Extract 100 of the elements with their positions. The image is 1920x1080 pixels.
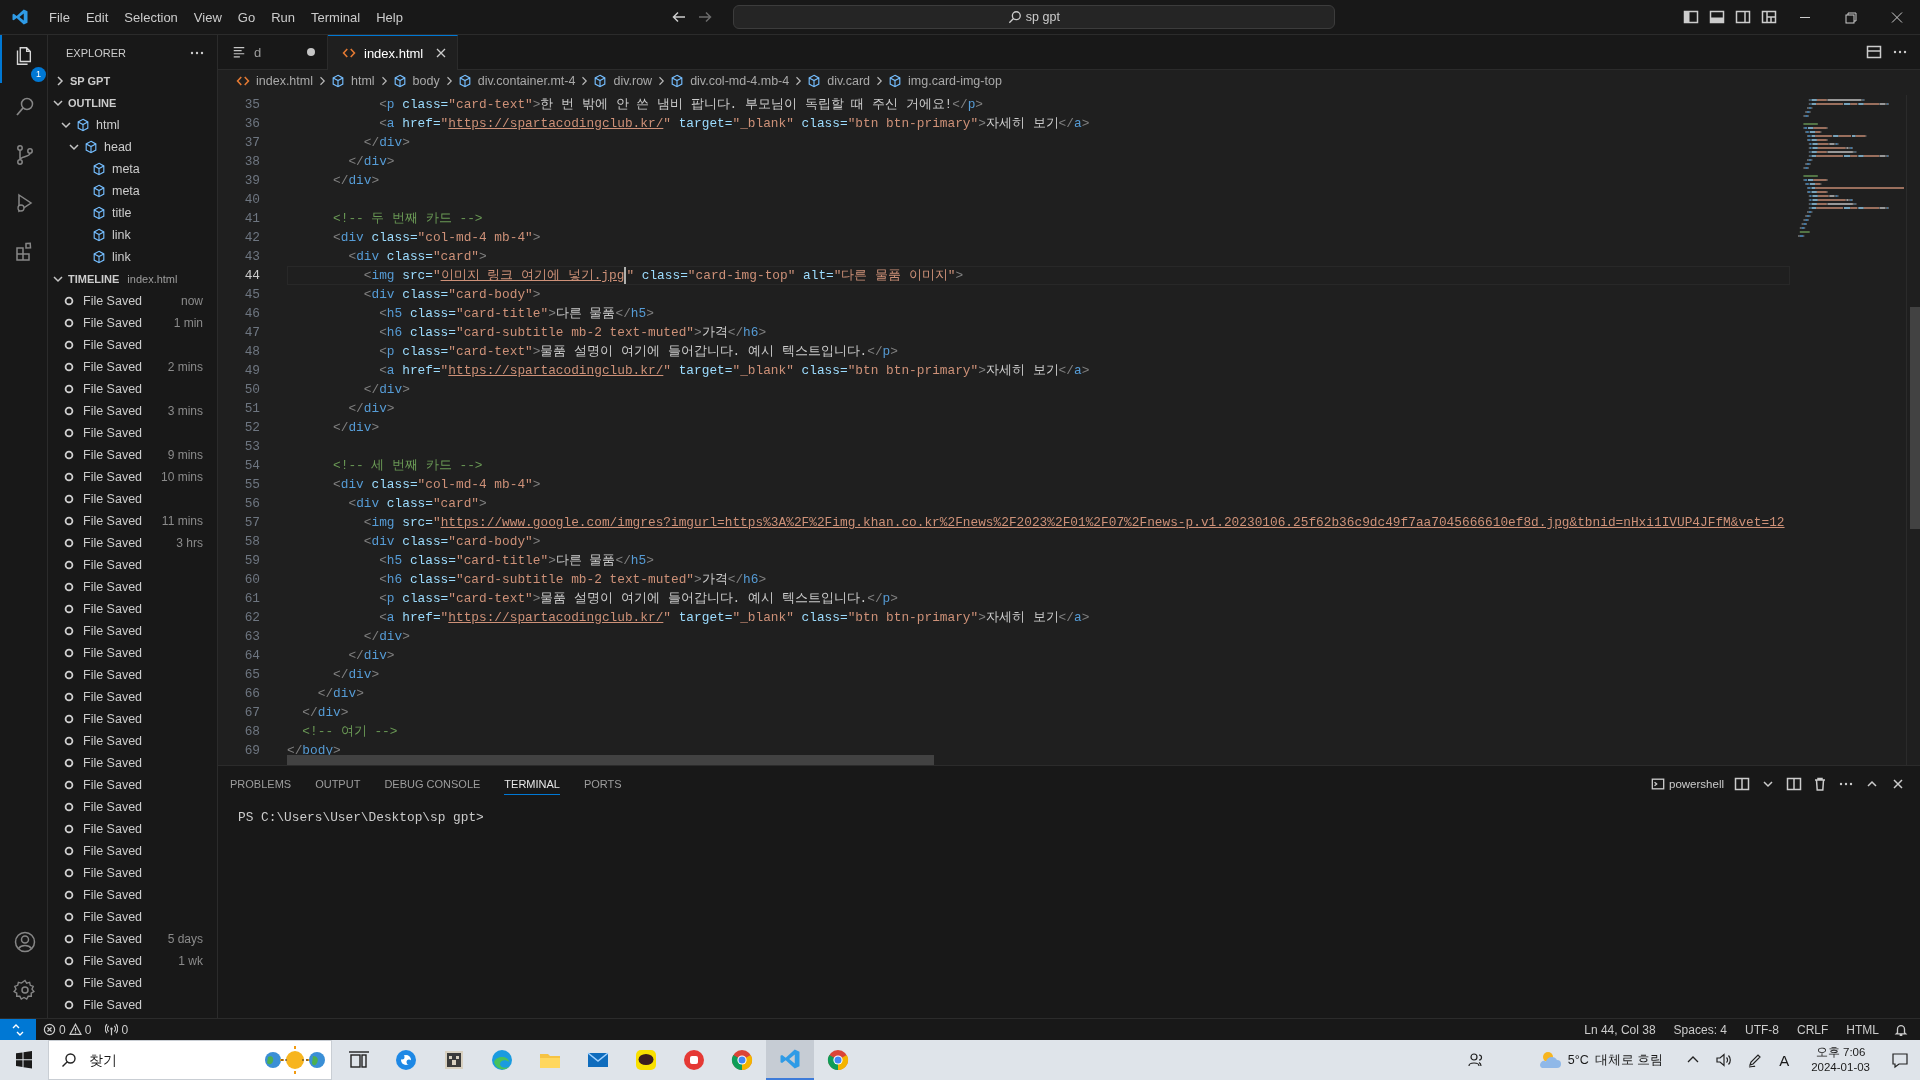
problems-status[interactable]: 0 0 xyxy=(36,1022,99,1037)
panel-tab[interactable]: OUTPUT xyxy=(315,772,361,795)
terminal-selector[interactable]: powershell xyxy=(1651,776,1724,791)
timeline-item[interactable]: File Saved xyxy=(83,646,143,660)
status-item[interactable]: HTML xyxy=(1837,1022,1888,1037)
timeline-item[interactable]: File Saved xyxy=(83,338,143,352)
scrollbar-thumb[interactable] xyxy=(1910,307,1920,529)
menu-item[interactable]: Edit xyxy=(77,6,117,28)
scrollbar-thumb[interactable] xyxy=(287,755,934,765)
line-number: 43 xyxy=(243,248,260,266)
timeline-item[interactable]: File Saved xyxy=(83,448,143,462)
outline-item[interactable]: title xyxy=(112,206,132,220)
status-item[interactable]: Spaces: 4 xyxy=(1664,1022,1736,1037)
back-arrow-icon[interactable] xyxy=(670,9,687,25)
timeline-item[interactable]: File Saved xyxy=(83,712,143,726)
split-editor-icon[interactable] xyxy=(1866,44,1882,60)
timeline-item[interactable]: File Saved xyxy=(83,932,143,946)
notification-icon[interactable] xyxy=(1890,1050,1910,1070)
timeline-item[interactable]: File Saved xyxy=(83,316,143,330)
menu-item[interactable]: Go xyxy=(229,6,264,28)
section-header[interactable]: TIMELINE xyxy=(68,273,120,285)
outline-item[interactable]: head xyxy=(104,140,132,154)
timeline-item[interactable]: File Saved xyxy=(83,778,143,792)
ports-status[interactable]: 0 xyxy=(98,1022,136,1037)
new-terminal-icon[interactable] xyxy=(1734,775,1750,792)
menu-item[interactable]: Help xyxy=(368,6,411,28)
timeline-item[interactable]: File Saved xyxy=(83,536,143,550)
breadcrumb[interactable]: div.card xyxy=(807,74,871,88)
timeline-item[interactable]: File Saved xyxy=(83,998,143,1012)
menu-item[interactable]: Run xyxy=(263,6,303,28)
menu-item[interactable]: View xyxy=(185,6,230,28)
timeline-item[interactable]: File Saved xyxy=(83,294,143,308)
section-header[interactable]: OUTLINE xyxy=(68,97,117,109)
timeline-item[interactable]: File Saved xyxy=(83,558,143,572)
panel-tab[interactable]: PROBLEMS xyxy=(230,772,292,795)
timeline-item[interactable]: File Saved xyxy=(83,470,143,484)
outline-item[interactable]: link xyxy=(112,228,131,242)
timeline-item[interactable]: File Saved xyxy=(83,404,143,418)
outline-item[interactable]: link xyxy=(112,250,131,264)
breadcrumb[interactable]: div.row xyxy=(593,74,653,88)
outline-item[interactable]: meta xyxy=(112,184,140,198)
timeline-item[interactable]: File Saved xyxy=(83,360,143,374)
timeline-item[interactable]: File Saved xyxy=(83,734,143,748)
account-icon[interactable] xyxy=(12,930,37,954)
timeline-item[interactable]: File Saved xyxy=(83,602,143,616)
timeline-item[interactable]: File Saved xyxy=(83,382,143,396)
timeline-item[interactable]: File Saved xyxy=(83,822,143,836)
remote-icon[interactable] xyxy=(0,1018,36,1041)
layout-icon[interactable] xyxy=(1761,9,1777,25)
breadcrumb[interactable]: img.card-img-top xyxy=(888,74,1002,88)
timeline-item[interactable]: File Saved xyxy=(83,976,143,990)
status-item[interactable]: Ln 44, Col 38 xyxy=(1575,1022,1665,1037)
timeline-item[interactable]: File Saved xyxy=(83,888,143,902)
timeline-item[interactable]: File Saved xyxy=(83,756,143,770)
timeline-item[interactable]: File Saved xyxy=(83,514,143,528)
timeline-item[interactable]: File Saved xyxy=(83,910,143,924)
weather-widget[interactable]: 5°C 대체로 흐림 xyxy=(1537,1050,1664,1070)
toggle-sidebar-icon[interactable] xyxy=(1683,9,1699,25)
outline-item[interactable]: html xyxy=(96,118,120,132)
split-terminal-icon[interactable] xyxy=(1786,775,1802,792)
timeline-item[interactable]: File Saved xyxy=(83,690,143,704)
timeline-item[interactable]: File Saved xyxy=(83,668,143,682)
timeline-item[interactable]: File Saved xyxy=(83,800,143,814)
status-item[interactable]: CRLF xyxy=(1788,1022,1838,1037)
menu-item[interactable]: Selection xyxy=(116,6,186,28)
breadcrumb[interactable]: html xyxy=(331,74,375,88)
toggle-secondary-sidebar-icon[interactable] xyxy=(1735,9,1751,25)
menu-item[interactable]: Terminal xyxy=(303,6,369,28)
timeline-item[interactable]: File Saved xyxy=(83,954,143,968)
status-item[interactable]: UTF-8 xyxy=(1736,1022,1788,1037)
breadcrumb[interactable]: div.container.mt-4 xyxy=(457,74,576,88)
search-field[interactable]: 찾기 xyxy=(87,1051,263,1069)
editor-tab[interactable]: index.html xyxy=(328,35,459,70)
outline-item[interactable]: meta xyxy=(112,162,140,176)
breadcrumb[interactable]: div.col-md-4.mb-4 xyxy=(670,74,790,88)
command-center[interactable]: sp gpt xyxy=(732,5,1335,29)
clock[interactable]: 오후 7:06 2024-01-03 xyxy=(1803,1045,1878,1075)
trash-icon[interactable] xyxy=(1812,775,1828,792)
panel-tab[interactable]: TERMINAL xyxy=(504,772,560,795)
input-mode-indicator[interactable]: A xyxy=(1775,1051,1794,1069)
toggle-panel-icon[interactable] xyxy=(1709,9,1725,25)
timeline-item[interactable]: File Saved xyxy=(83,580,143,594)
notifications-icon[interactable] xyxy=(1894,1022,1908,1037)
forward-arrow-icon[interactable] xyxy=(696,9,713,25)
breadcrumb[interactable]: body xyxy=(392,74,440,88)
breadcrumb[interactable]: index.html xyxy=(236,74,313,88)
timeline-item[interactable]: File Saved xyxy=(83,844,143,858)
timeline-item[interactable]: File Saved xyxy=(83,866,143,880)
code-editor-icon[interactable] xyxy=(766,1040,814,1080)
menu-item[interactable]: File xyxy=(41,6,78,28)
code-line: <div class="card-body"> xyxy=(362,286,541,304)
timeline-item[interactable]: File Saved xyxy=(83,492,143,506)
search-bar[interactable]: 찾기 xyxy=(48,1040,332,1080)
section-header[interactable]: SP GPT xyxy=(70,75,111,87)
timeline-item[interactable]: File Saved xyxy=(83,624,143,638)
panel-tab[interactable]: PORTS xyxy=(583,772,622,795)
timeline-item[interactable]: File Saved xyxy=(83,426,143,440)
settings-icon[interactable] xyxy=(12,978,37,1002)
volume-icon[interactable] xyxy=(1715,1052,1734,1068)
panel-tab[interactable]: DEBUG CONSOLE xyxy=(384,772,481,795)
